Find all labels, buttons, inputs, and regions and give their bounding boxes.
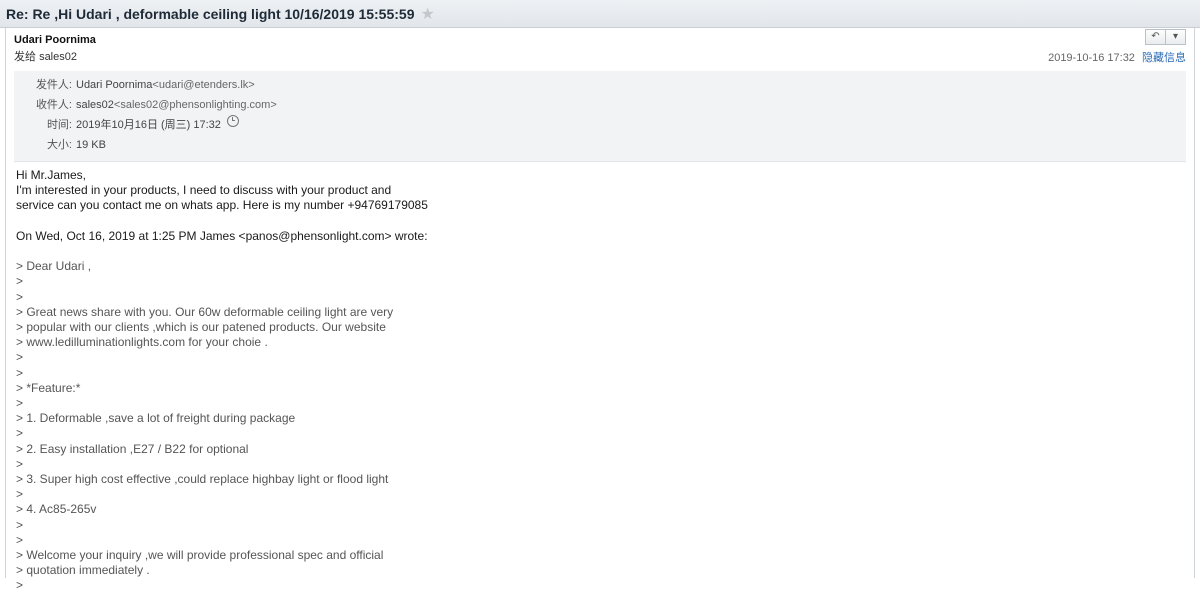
detail-to-email[interactable]: <sales02@phensonlighting.com> bbox=[114, 95, 277, 115]
body-line: service can you contact me on whats app.… bbox=[16, 198, 1184, 213]
detail-to-name[interactable]: sales02 bbox=[76, 95, 114, 115]
body-line: I'm interested in your products, I need … bbox=[16, 183, 1184, 198]
quote-line: > bbox=[16, 290, 1184, 305]
header-meta: 2019-10-16 17:32 隐藏信息 bbox=[1048, 49, 1186, 65]
reply-actions: ↶ ▾ bbox=[1145, 29, 1186, 45]
quote-line: > 2. Easy installation ,E27 / B22 for op… bbox=[16, 442, 1184, 457]
sendto-label: 发给 bbox=[14, 51, 36, 63]
detail-from-name[interactable]: Udari Poornima bbox=[76, 75, 152, 95]
quote-line: > www.ledilluminationlights.com for your… bbox=[16, 335, 1184, 350]
hide-details-link[interactable]: 隐藏信息 bbox=[1142, 52, 1186, 64]
title-bar: Re: Re ,Hi Udari , deformable ceiling li… bbox=[0, 0, 1200, 28]
quote-line: > popular with our clients ,which is our… bbox=[16, 320, 1184, 335]
detail-size-value: 19 KB bbox=[76, 135, 106, 155]
quote-line: > bbox=[16, 457, 1184, 472]
quote-line: > bbox=[16, 533, 1184, 548]
quote-line: > Great news share with you. Our 60w def… bbox=[16, 305, 1184, 320]
star-icon[interactable]: ★ bbox=[421, 4, 435, 24]
quote-header-line: On Wed, Oct 16, 2019 at 1:25 PM James <p… bbox=[16, 229, 1184, 244]
detail-from-label: 发件人: bbox=[14, 75, 72, 95]
email-header: Udari Poornima 发给 sales02 ↶ ▾ 2019-10-16… bbox=[6, 28, 1194, 71]
body-line bbox=[16, 244, 1184, 259]
quote-line: > *Feature:* bbox=[16, 381, 1184, 396]
reply-icon[interactable]: ↶ bbox=[1145, 29, 1166, 45]
recipient-line: 发给 sales02 bbox=[14, 48, 1186, 66]
quote-line: > 3. Super high cost effective ,could re… bbox=[16, 472, 1184, 487]
quote-line: > bbox=[16, 487, 1184, 502]
detail-time: 时间: 2019年10月16日 (周三) 17:32 bbox=[14, 115, 1186, 135]
quote-line: > bbox=[16, 366, 1184, 381]
reply-all-icon[interactable]: ▾ bbox=[1166, 29, 1186, 45]
quote-line: > bbox=[16, 578, 1184, 593]
quote-line: > bbox=[16, 396, 1184, 411]
sendto-value[interactable]: sales02 bbox=[39, 51, 77, 63]
detail-to-label: 收件人: bbox=[14, 95, 72, 115]
quote-line: > 1. Deformable ,save a lot of freight d… bbox=[16, 411, 1184, 426]
quote-line: > bbox=[16, 350, 1184, 365]
quote-line: > Dear Udari , bbox=[16, 259, 1184, 274]
detail-size: 大小: 19 KB bbox=[14, 135, 1186, 155]
quote-line: > bbox=[16, 426, 1184, 441]
email-body: Hi Mr.James, I'm interested in your prod… bbox=[6, 162, 1194, 594]
email-datetime: 2019-10-16 17:32 bbox=[1048, 52, 1135, 64]
detail-time-label: 时间: bbox=[14, 115, 72, 135]
quote-line: > quotation immediately . bbox=[16, 563, 1184, 578]
sender-name[interactable]: Udari Poornima bbox=[14, 33, 1186, 47]
email-view: Udari Poornima 发给 sales02 ↶ ▾ 2019-10-16… bbox=[5, 28, 1195, 578]
clock-icon[interactable] bbox=[227, 115, 239, 127]
quoted-message: > Dear Udari , > > > Great news share wi… bbox=[16, 259, 1184, 593]
body-line: Hi Mr.James, bbox=[16, 168, 1184, 183]
detail-to: 收件人: sales02 <sales02@phensonlighting.co… bbox=[14, 95, 1186, 115]
body-line bbox=[16, 214, 1184, 229]
quote-line: > Welcome your inquiry ,we will provide … bbox=[16, 548, 1184, 563]
detail-from: 发件人: Udari Poornima <udari@etenders.lk> bbox=[14, 75, 1186, 95]
quote-line: > 4. Ac85-265v bbox=[16, 502, 1184, 517]
quote-line: > bbox=[16, 274, 1184, 289]
detail-size-label: 大小: bbox=[14, 135, 72, 155]
quote-line: > bbox=[16, 518, 1184, 533]
email-subject: Re: Re ,Hi Udari , deformable ceiling li… bbox=[6, 6, 415, 22]
detail-time-value: 2019年10月16日 (周三) 17:32 bbox=[76, 115, 221, 135]
email-details-panel: 发件人: Udari Poornima <udari@etenders.lk> … bbox=[14, 71, 1186, 162]
detail-from-email[interactable]: <udari@etenders.lk> bbox=[152, 75, 254, 95]
